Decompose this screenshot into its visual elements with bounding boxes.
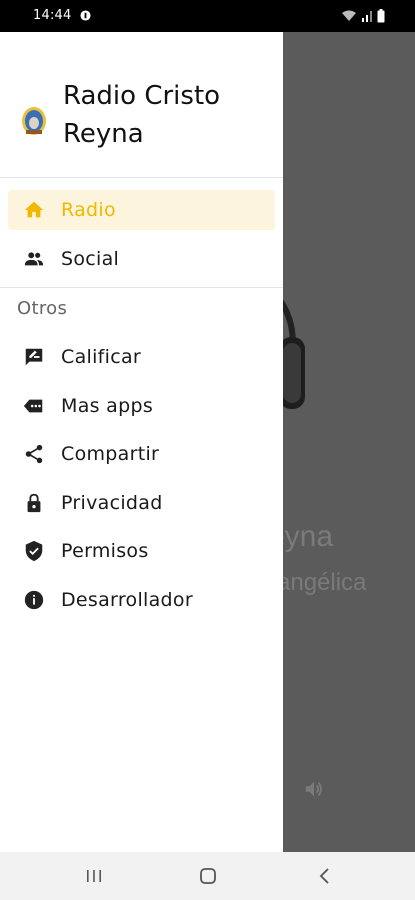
share-icon (25, 444, 43, 464)
back-icon[interactable] (313, 864, 337, 888)
menu-item-desarrollador[interactable]: Desarrollador (8, 580, 275, 620)
menu-label: Social (61, 247, 120, 270)
volume-icon[interactable] (303, 778, 325, 800)
background-player-screen: eyna angélica (283, 32, 415, 852)
status-icons (341, 8, 385, 24)
menu-item-radio[interactable]: Radio (8, 190, 275, 230)
menu-label: Desarrollador (61, 588, 193, 611)
info-icon (24, 590, 44, 609)
headphones-image (283, 299, 305, 409)
section-title-otros: Otros (17, 298, 68, 319)
menu-label: Mas apps (61, 394, 154, 417)
menu-item-compartir[interactable]: Compartir (8, 434, 275, 474)
menu-item-social[interactable]: Social (8, 239, 275, 279)
menu-item-permisos[interactable]: Permisos (8, 531, 275, 571)
menu-item-privacidad[interactable]: Privacidad (8, 483, 275, 523)
signal-icon (362, 11, 372, 22)
other-menu: Calificar Mas apps Compartir Privacidad … (0, 328, 283, 620)
primary-menu: Radio Social (0, 178, 283, 279)
menu-label: Compartir (61, 443, 160, 465)
app-logo (22, 107, 46, 135)
notification-icon (80, 10, 91, 21)
home-button-icon[interactable] (196, 864, 220, 888)
home-icon (24, 201, 44, 218)
people-icon (24, 251, 44, 265)
menu-item-mas-apps[interactable]: Mas apps (8, 386, 275, 426)
divider (0, 287, 283, 288)
recent-apps-icon[interactable] (82, 864, 106, 888)
status-bar: 14:44 (0, 0, 415, 32)
lock-icon (27, 493, 41, 512)
menu-label: Calificar (61, 346, 142, 368)
menu-label: Radio (61, 199, 116, 221)
more-apps-icon (23, 399, 43, 412)
drawer-header: Radio Cristo Reyna (0, 32, 283, 178)
station-subtitle-fragment: angélica (283, 569, 367, 596)
menu-label: Permisos (61, 540, 149, 562)
status-time: 14:44 (33, 8, 72, 23)
menu-label: Privacidad (61, 491, 163, 514)
navigation-drawer: Radio Cristo Reyna Radio Social Otros Ca… (0, 32, 283, 852)
rate-review-icon (25, 348, 43, 366)
shield-check-icon (25, 540, 43, 562)
station-title-fragment: eyna (283, 520, 334, 553)
wifi-icon (342, 10, 356, 21)
menu-item-calificar[interactable]: Calificar (8, 337, 275, 377)
app-title: Radio Cristo Reyna (63, 81, 221, 149)
system-navigation-bar (0, 852, 415, 900)
battery-icon (377, 9, 385, 23)
